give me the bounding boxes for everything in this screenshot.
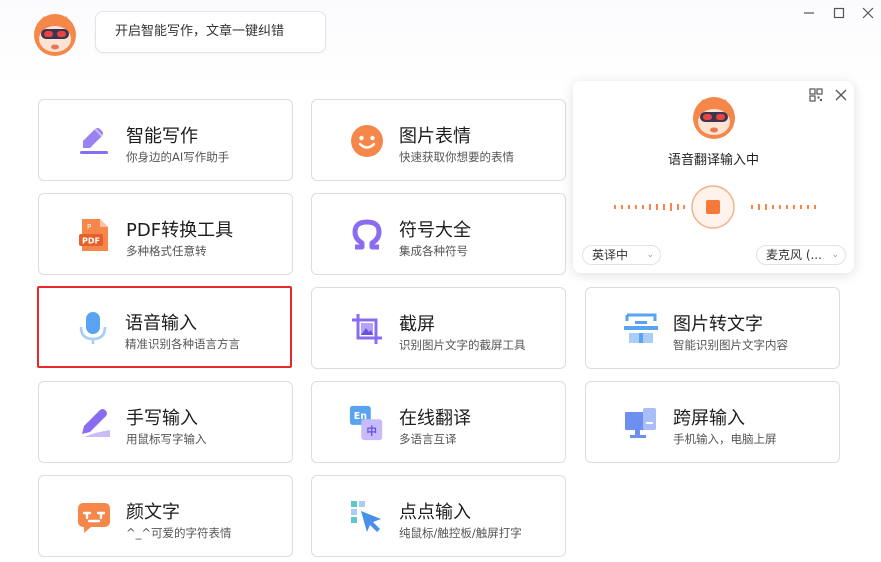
pdf-file-icon: PDF P [75, 216, 113, 254]
close-icon[interactable] [859, 4, 877, 22]
tool-card-screenshot[interactable]: 截屏 识别图片文字的截屏工具 [311, 287, 566, 369]
tool-subtitle: ^_^可爱的字符表情 [126, 526, 232, 540]
mascot-robot-icon[interactable] [32, 12, 78, 58]
tool-title: PDF转换工具 [126, 220, 234, 241]
tool-subtitle: 精准识别各种语言方言 [125, 337, 240, 351]
tool-card-symbols[interactable]: 符号大全 集成各种符号 [311, 193, 566, 275]
voice-status: 语音翻译输入中 [667, 153, 759, 168]
tool-card-pdf-converter[interactable]: PDF P PDF转换工具 多种格式任意转 [38, 193, 293, 275]
maximize-icon[interactable] [830, 4, 848, 22]
tool-subtitle: 用鼠标写字输入 [126, 432, 207, 446]
omega-symbol-icon [348, 216, 386, 254]
stop-record-icon[interactable] [690, 184, 736, 230]
tool-card-online-translate[interactable]: En 中 在线翻译 多语言互译 [311, 381, 566, 463]
tool-title: 符号大全 [399, 220, 471, 241]
tool-card-click-input[interactable]: 点点输入 纯鼠标/触控板/触屏打字 [311, 475, 566, 557]
voice-translate-popup: 语音翻译输入中 英译中 ⌄ 麦克风 (... ⌄ [573, 81, 854, 273]
close-icon[interactable] [834, 87, 848, 101]
svg-text:PDF: PDF [82, 237, 100, 246]
chevron-down-icon: ⌄ [646, 250, 654, 260]
tool-subtitle: 集成各种符号 [399, 244, 468, 258]
promo-tip[interactable]: 开启智能写作，文章一键纠错 [95, 11, 326, 53]
tool-subtitle: 多语言互译 [399, 432, 457, 446]
tool-title: 跨屏输入 [673, 408, 745, 429]
microphone-icon [74, 309, 112, 347]
qr-code-icon[interactable] [809, 87, 823, 102]
svg-text:P: P [87, 223, 91, 231]
microphone-select[interactable]: 麦克风 (... ⌄ [756, 245, 846, 265]
phone-monitor-icon [622, 404, 660, 442]
tool-card-image-emoji[interactable]: 图片表情 快速获取你想要的表情 [311, 99, 566, 181]
tool-title: 截屏 [399, 314, 435, 335]
tool-title: 颜文字 [126, 502, 180, 523]
screenshot-crop-icon [348, 310, 386, 348]
tool-subtitle: 纯鼠标/触控板/触屏打字 [399, 526, 522, 540]
tool-card-kaomoji[interactable]: 颜文字 ^_^可爱的字符表情 [38, 475, 293, 557]
microphone-label: 麦克风 (... [766, 248, 822, 262]
translate-en-zh-icon: En 中 [348, 404, 386, 442]
tool-title: 手写输入 [126, 408, 198, 429]
tool-title: 点点输入 [399, 502, 471, 523]
tool-card-voice-input[interactable]: 语音输入 精准识别各种语言方言 [37, 286, 292, 368]
tool-card-image-to-text[interactable]: 图片转文字 智能识别图片文字内容 [585, 287, 840, 369]
tool-subtitle: 你身边的AI写作助手 [126, 150, 230, 164]
tool-card-handwriting[interactable]: 手写输入 用鼠标写字输入 [38, 381, 293, 463]
tool-card-smart-writing[interactable]: 智能写作 你身边的AI写作助手 [38, 99, 293, 181]
pen-edit-icon [75, 122, 113, 160]
cursor-click-icon [348, 498, 386, 536]
tool-title: 智能写作 [126, 126, 198, 147]
emoticon-bubble-icon [75, 498, 113, 536]
tool-title: 图片转文字 [673, 314, 763, 335]
smiley-face-icon [348, 122, 386, 160]
svg-text:中: 中 [367, 424, 377, 437]
tool-subtitle: 多种格式任意转 [126, 244, 207, 258]
tool-subtitle: 快速获取你想要的表情 [399, 150, 514, 164]
tool-subtitle: 手机输入，电脑上屏 [673, 432, 777, 446]
minimize-icon[interactable] [800, 4, 818, 22]
tool-title: 图片表情 [399, 126, 471, 147]
image-to-text-icon [622, 310, 660, 348]
tool-subtitle: 智能识别图片文字内容 [673, 338, 788, 352]
chevron-down-icon: ⌄ [831, 250, 839, 260]
language-label: 英译中 [592, 248, 629, 262]
tool-title: 语音输入 [125, 313, 197, 334]
tool-title: 在线翻译 [399, 408, 471, 429]
tool-card-cross-screen-input[interactable]: 跨屏输入 手机输入，电脑上屏 [585, 381, 840, 463]
mascot-robot-icon [691, 95, 737, 141]
tool-subtitle: 识别图片文字的截屏工具 [399, 338, 526, 352]
language-select[interactable]: 英译中 ⌄ [582, 245, 661, 265]
handwriting-pen-icon [75, 404, 113, 442]
